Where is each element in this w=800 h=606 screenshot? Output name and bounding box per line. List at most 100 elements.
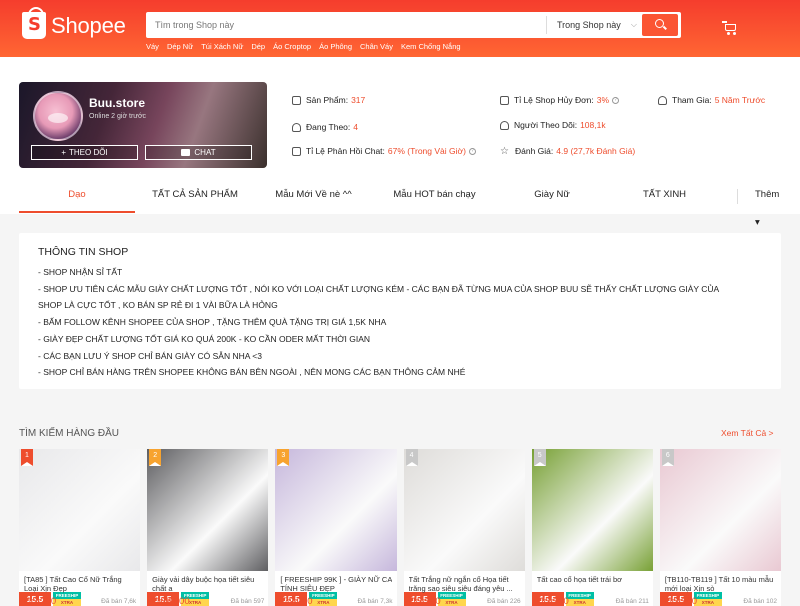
sold-count: Đã bán 7,6k — [101, 598, 137, 605]
product-card[interactable]: 6 15.5 FREESHIP XTRA [TB110-TB119 ] Tất 10 m… — [659, 449, 782, 606]
shop-avatar[interactable] — [33, 91, 83, 141]
help-icon[interactable]: ? — [468, 147, 476, 155]
stat-following: Đang Theo: 4 — [292, 122, 358, 132]
product-image[interactable] — [659, 449, 782, 571]
more-tabs-dropdown[interactable]: Thêm ▾ — [755, 181, 781, 237]
rank-badge: 3 — [277, 449, 290, 466]
shopee-bag-icon: S — [22, 7, 46, 39]
info-line: - SHOP CHỈ BÁN HÀNG TRÊN SHOPEE KHÔNG BÁ… — [38, 367, 466, 378]
product-price: ₫13.500 — [664, 596, 698, 606]
search-hint[interactable]: Chân Váy — [360, 42, 393, 51]
tab-womens-shoes[interactable]: Giày Nữ — [497, 181, 607, 213]
stat-response-rate: Tỉ Lệ Phản Hồi Chat: 67% (Trong Vài Giờ)? — [292, 146, 476, 156]
product-name[interactable]: Giày vải dây buộc họa tiết siêu chất a — [152, 575, 264, 593]
chat-label: CHAT — [194, 148, 216, 157]
product-card[interactable]: 3 15.5 FREESHIP XTRA[ FREESHIP 99K ] - GIÀY… — [275, 449, 397, 606]
search-scope-select[interactable]: Trong Shop này ⌵ — [546, 16, 641, 34]
freeship-badge: FREESHIP XTRA — [437, 592, 466, 606]
search-bar: Trong Shop này ⌵ — [146, 12, 681, 38]
search-hint[interactable]: Váy — [146, 42, 159, 51]
cart-icon[interactable] — [722, 21, 738, 35]
receipt-icon — [500, 95, 509, 105]
search-icon — [655, 19, 664, 28]
product-price: ₫189.000 — [152, 596, 190, 606]
product-name[interactable]: [ FREESHIP 99K ] - GIÀY NỮ CA TÍNH SIÊU … — [280, 575, 392, 593]
tab-socks[interactable]: TẤT XINH — [607, 181, 722, 213]
rank-badge: 4 — [405, 449, 418, 466]
product-price: ₫13.500 — [536, 596, 569, 606]
product-card[interactable]: 4 15.5 FREESHIP XTRA Tất Trắng nữ ngắn cổ Họ… — [403, 449, 525, 606]
rank-badge: 5 — [533, 449, 546, 466]
product-image[interactable] — [531, 449, 653, 571]
shop-info-text: - SHOP NHẬN SỈ TẤT - SHOP ƯU TIÊN CÁC MẪ… — [38, 264, 778, 381]
search-hint[interactable]: Dép Nữ — [167, 42, 193, 51]
search-scope-label: Trong Shop này — [557, 20, 621, 30]
sold-count: Đã bán 102 — [743, 598, 778, 605]
follow-label: THEO DÕI — [69, 148, 108, 157]
sold-count: Đã bán 7,3k — [357, 598, 393, 605]
product-card[interactable]: 5 15.5 FREESHIP XTRA Tất cao cổ họa tiết trá… — [531, 449, 653, 606]
stat-followers: Người Theo Dõi: 108,1k — [500, 120, 606, 130]
info-line: SHOP LÀ CỰC TỐT , KO BÁN SP RẺ ĐI 1 VÀI … — [38, 300, 278, 311]
follow-button[interactable]: + THEO DÕI — [31, 145, 138, 160]
top-search-title: TÌM KIẾM HÀNG ĐẦU — [19, 428, 120, 439]
shopee-logo[interactable]: S Shopee — [22, 7, 126, 39]
online-status: Online 2 giờ trước — [89, 113, 147, 120]
plus-icon: + — [61, 148, 66, 157]
shop-info-title: THÔNG TIN SHOP — [38, 246, 129, 258]
product-name[interactable]: Tất Trắng nữ ngắn cổ Họa tiết trăng sao … — [409, 575, 521, 593]
product-price: ₫13.200 — [24, 596, 57, 606]
tab-all-products[interactable]: TẤT CẢ SẢN PHẨM — [135, 181, 255, 213]
product-image[interactable] — [403, 449, 525, 571]
product-image[interactable] — [275, 449, 397, 571]
sold-count: Đã bán 226 — [487, 598, 521, 605]
info-line: - GIÀY ĐẸP CHẤT LƯỢNG TỐT GIÁ KO QUÁ 200… — [38, 333, 371, 344]
product-name[interactable]: Tất cao cổ họa tiết trái bơ — [537, 575, 649, 593]
user-check-icon — [658, 95, 667, 105]
freeship-badge: FREESHIP XTRA — [565, 592, 594, 606]
shop-name: Buu.store — [89, 96, 146, 110]
search-hint[interactable]: Áo Croptop — [273, 42, 311, 51]
product-name[interactable]: [TB110-TB119 ] Tất 10 màu mẫu mới loại X… — [665, 575, 777, 593]
store-icon — [292, 95, 301, 105]
rank-badge: 1 — [21, 449, 33, 466]
info-line: - SHOP NHẬN SỈ TẤT — [38, 267, 123, 277]
shop-banner: Buu.store Online 2 giờ trước + THEO DÕI C… — [19, 82, 267, 168]
search-button[interactable] — [642, 14, 678, 36]
product-card[interactable]: 1 15.5 FREESHIP XTRA [TA85 ] Tất Cao Cổ Nữ T… — [19, 449, 141, 606]
help-icon[interactable]: ? — [612, 96, 620, 104]
search-hint[interactable]: Áo Phông — [319, 42, 352, 51]
freeship-badge: FREESHIP XTRA — [693, 592, 722, 606]
shop-info-panel: THÔNG TIN SHOP - SHOP NHẬN SỈ TẤT - SHOP… — [19, 233, 781, 389]
top-header: S Shopee Trong Shop này ⌵ Váy Dép Nữ Túi… — [0, 0, 800, 57]
info-line: - CÁC BẠN LƯU Ý SHOP CHỈ BÁN GIÀY CÓ SẴN… — [38, 350, 262, 361]
product-image[interactable] — [19, 449, 141, 571]
chat-bubble-icon — [292, 146, 301, 156]
rank-badge: 2 — [149, 449, 162, 466]
product-card[interactable]: 2 15.5 FREESHIP XTRA Giày vải dây buộc họa t… — [147, 449, 269, 606]
stat-joined: Tham Gia: 5 Năm Trước — [658, 95, 765, 105]
chevron-down-icon: ⌵ — [630, 20, 637, 29]
tab-new-arrivals[interactable]: Mẫu Mới Về nè ^^ — [255, 181, 372, 213]
product-image[interactable] — [147, 449, 269, 571]
shop-nav-tabs: Dạo TẤT CẢ SẢN PHẨM Mẫu Mới Về nè ^^ Mẫu… — [19, 181, 781, 228]
top-products-row: 1 15.5 FREESHIP XTRA [TA85 ] Tất Cao Cổ Nữ T… — [19, 449, 782, 606]
person-add-icon — [292, 122, 301, 132]
tab-divider — [737, 189, 738, 204]
tab-dao[interactable]: Dạo — [19, 181, 135, 213]
freeship-badge: FREESHIP XTRA — [309, 592, 338, 606]
shop-header: Buu.store Online 2 giờ trước + THEO DÕI C… — [0, 57, 800, 228]
chat-button[interactable]: CHAT — [145, 145, 252, 160]
freeship-badge: FREESHIP XTRA — [53, 592, 81, 606]
search-hint[interactable]: Túi Xách Nữ — [201, 42, 243, 51]
star-icon: ☆ — [500, 145, 509, 157]
logo-text: Shopee — [51, 12, 126, 38]
see-all-link[interactable]: Xem Tất Cả > — [721, 428, 774, 438]
search-input[interactable] — [146, 12, 546, 38]
product-price: ₫13.500 — [408, 596, 441, 606]
product-name[interactable]: [TA85 ] Tất Cao Cổ Nữ Trắng Loại Xịn Đẹp — [24, 575, 136, 593]
search-hint[interactable]: Dép — [251, 42, 265, 51]
tab-hot-items[interactable]: Mẫu HOT bán chạy — [372, 181, 497, 213]
search-hint[interactable]: Kem Chống Nắng — [401, 42, 461, 51]
product-price: ₫79.000 — [280, 596, 313, 606]
